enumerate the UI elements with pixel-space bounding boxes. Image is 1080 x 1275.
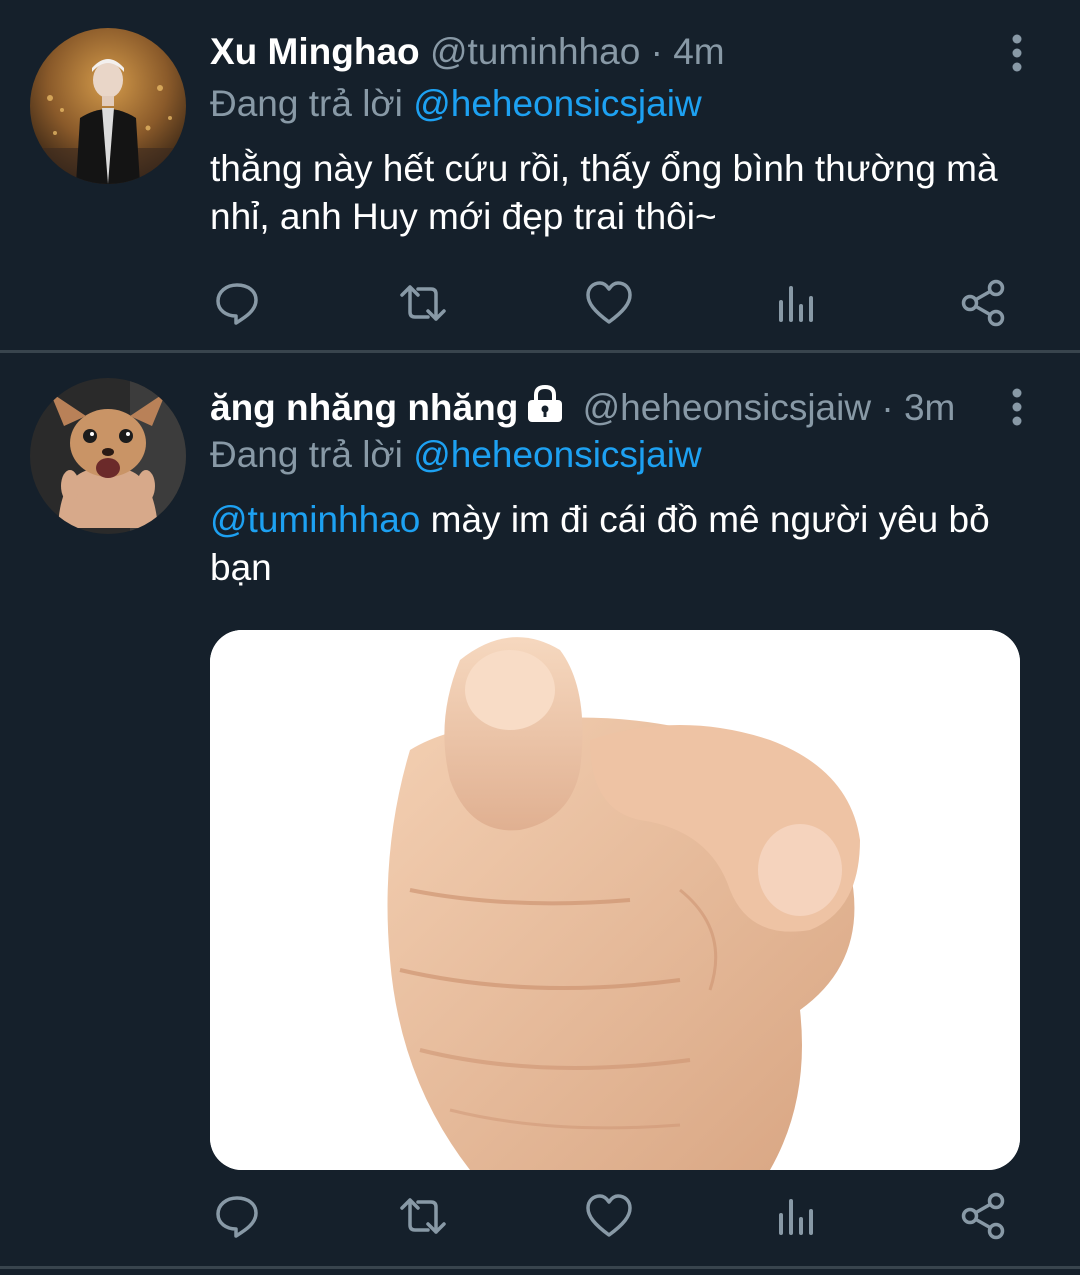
more-options-icon[interactable] — [1004, 387, 1030, 427]
separator: · — [650, 31, 663, 72]
like-icon — [586, 1194, 632, 1237]
retweet-icon — [400, 285, 446, 321]
tweet-text: @tuminhhao mày im đi cái đồ mê người yêu… — [210, 496, 1010, 592]
timestamp[interactable]: 3m — [904, 387, 955, 428]
dog-photo-avatar — [30, 378, 186, 534]
more-options-icon[interactable] — [1004, 33, 1030, 73]
reply-mention[interactable]: @heheonsicsjaiw — [413, 83, 701, 124]
retweet-button[interactable] — [398, 278, 448, 328]
like-icon — [586, 281, 632, 324]
person-photo-avatar — [30, 28, 186, 184]
share-button[interactable] — [958, 1191, 1008, 1241]
analytics-button[interactable] — [770, 1191, 820, 1241]
reply-context: Đang trả lời @heheonsicsjaiw — [210, 79, 702, 129]
reply-mention[interactable]: @heheonsicsjaiw — [413, 434, 701, 475]
reply-prefix: Đang trả lời — [210, 434, 403, 475]
share-icon — [961, 1192, 1005, 1240]
retweet-icon — [400, 1198, 446, 1234]
divider — [0, 1266, 1080, 1269]
like-button[interactable] — [584, 278, 634, 328]
analytics-button[interactable] — [770, 278, 820, 328]
share-button[interactable] — [958, 278, 1008, 328]
tweet[interactable]: ăng nhăng nhăng @heheonsicsjaiw · 3m Đan… — [0, 352, 1080, 1268]
tweet-actions — [210, 278, 1010, 328]
display-name[interactable]: ăng nhăng nhăng — [210, 387, 518, 428]
reply-context: Đang trả lời @heheonsicsjaiw — [210, 430, 702, 480]
reply-icon — [216, 283, 258, 325]
tweet-header: ăng nhăng nhăng @heheonsicsjaiw · 3m — [210, 382, 1000, 434]
like-button[interactable] — [584, 1191, 634, 1241]
retweet-button[interactable] — [398, 1191, 448, 1241]
pointing-hand-image — [210, 630, 1020, 1170]
avatar[interactable] — [30, 28, 186, 184]
tweet-header: Xu Minghao @tuminhhao · 4m — [210, 26, 1000, 78]
tweet-actions — [210, 1191, 1010, 1241]
reply-button[interactable] — [212, 1191, 262, 1241]
avatar[interactable] — [30, 378, 186, 534]
text-mention[interactable]: @tuminhhao — [210, 499, 420, 540]
tweet-media[interactable] — [210, 630, 1020, 1170]
handle[interactable]: @heheonsicsjaiw — [583, 387, 871, 428]
analytics-icon — [779, 1199, 813, 1235]
reply-button[interactable] — [212, 278, 262, 328]
share-icon — [961, 279, 1005, 327]
tweet-text: thằng này hết cứu rồi, thấy ổng bình thư… — [210, 148, 998, 237]
reply-prefix: Đang trả lời — [210, 83, 403, 124]
reply-icon — [216, 1196, 258, 1238]
display-name[interactable]: Xu Minghao — [210, 31, 420, 72]
tweet[interactable]: Xu Minghao @tuminhhao · 4m Đang trả lời … — [0, 0, 1080, 352]
separator: · — [881, 387, 894, 428]
handle[interactable]: @tuminhhao — [430, 31, 640, 72]
lock-icon — [528, 385, 563, 422]
timestamp[interactable]: 4m — [673, 31, 724, 72]
analytics-icon — [779, 286, 813, 322]
